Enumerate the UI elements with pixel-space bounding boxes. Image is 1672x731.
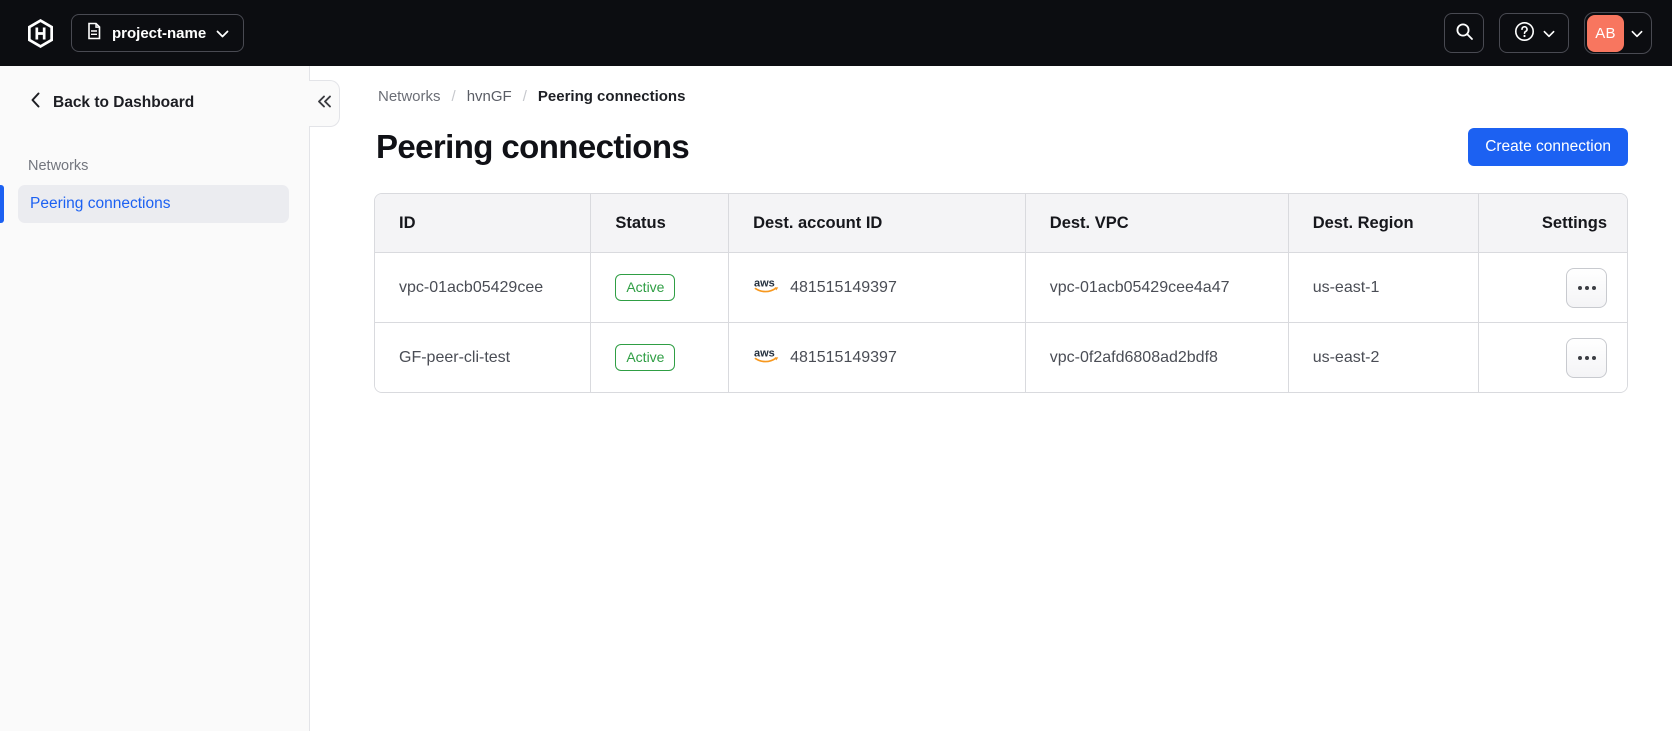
- search-button[interactable]: [1444, 13, 1484, 53]
- chevron-down-icon: [1543, 26, 1555, 41]
- account-id-value: 481515149397: [790, 278, 897, 296]
- back-to-dashboard-label: Back to Dashboard: [53, 93, 195, 111]
- aws-icon: aws: [753, 276, 780, 299]
- ellipsis-icon: [1577, 355, 1582, 360]
- cell-settings: [1477, 252, 1627, 322]
- cell-status: Active: [590, 322, 729, 392]
- breadcrumb-hvn[interactable]: hvnGF: [467, 88, 512, 105]
- avatar: AB: [1587, 14, 1624, 52]
- status-badge: Active: [615, 344, 676, 371]
- table-row: GF-peer-cli-test Active aws 481515149397…: [375, 322, 1627, 392]
- breadcrumb-separator: /: [522, 88, 527, 105]
- cell-settings: [1477, 322, 1627, 392]
- active-indicator: [0, 185, 4, 223]
- cell-dest-vpc: vpc-01acb05429cee4a47: [1024, 252, 1288, 322]
- column-header-dest-region: Dest. Region: [1287, 194, 1478, 252]
- cell-dest-region: us-east-2: [1287, 322, 1478, 392]
- account-id-value: 481515149397: [790, 348, 897, 366]
- table-row: vpc-01acb05429cee Active aws 48151514939…: [375, 252, 1627, 322]
- page-title: Peering connections: [376, 128, 690, 165]
- column-header-id: ID: [375, 194, 591, 252]
- cell-dest-region: us-east-1: [1287, 252, 1478, 322]
- row-settings-menu-button[interactable]: [1566, 337, 1607, 378]
- column-header-dest-account-id: Dest. account ID: [728, 194, 1025, 252]
- ellipsis-icon: [1577, 285, 1582, 290]
- cell-id: GF-peer-cli-test: [375, 322, 591, 392]
- sidebar-collapse-button[interactable]: [309, 80, 340, 127]
- help-icon: [1514, 21, 1535, 45]
- sidebar-item-label: Peering connections: [30, 195, 171, 212]
- chevron-down-icon: [1631, 26, 1643, 41]
- page-header: Peering connections Create connection: [374, 128, 1628, 166]
- chevron-down-icon: [216, 25, 229, 42]
- chevron-left-icon: [31, 92, 40, 113]
- cell-dest-account-id: aws 481515149397: [728, 252, 1025, 322]
- column-header-status: Status: [590, 194, 729, 252]
- double-chevron-left-icon: [317, 95, 332, 113]
- breadcrumb-networks[interactable]: Networks: [378, 88, 441, 105]
- help-menu-button[interactable]: [1499, 13, 1569, 53]
- svg-text:aws: aws: [754, 278, 775, 290]
- cell-dest-vpc: vpc-0f2afd6808ad2bdf8: [1024, 322, 1288, 392]
- project-switcher[interactable]: project-name: [71, 14, 245, 52]
- sidebar-item-peering-connections[interactable]: Peering connections: [18, 185, 289, 223]
- table-header-row: ID Status Dest. account ID Dest. VPC Des…: [375, 194, 1627, 252]
- svg-text:aws: aws: [754, 348, 775, 360]
- sidebar-section-networks: Networks: [28, 158, 89, 174]
- sidebar: Back to Dashboard Networks Peering conne…: [0, 66, 310, 731]
- search-icon: [1455, 22, 1474, 44]
- cell-id: vpc-01acb05429cee: [375, 252, 591, 322]
- create-connection-button[interactable]: Create connection: [1468, 128, 1628, 166]
- main-content: Networks / hvnGF / Peering connections P…: [310, 66, 1672, 731]
- app-shell: Back to Dashboard Networks Peering conne…: [0, 66, 1672, 731]
- row-settings-menu-button[interactable]: [1566, 267, 1607, 308]
- breadcrumb-current: Peering connections: [537, 88, 686, 105]
- breadcrumb: Networks / hvnGF / Peering connections: [374, 88, 1628, 105]
- document-icon: [86, 22, 102, 44]
- top-nav-bar: project-name AB: [0, 0, 1672, 66]
- aws-icon: aws: [753, 346, 780, 369]
- cell-dest-account-id: aws 481515149397: [728, 322, 1025, 392]
- status-badge: Active: [615, 274, 676, 301]
- column-header-dest-vpc: Dest. VPC: [1024, 194, 1288, 252]
- cell-status: Active: [590, 252, 729, 322]
- back-to-dashboard-link[interactable]: Back to Dashboard: [31, 92, 194, 113]
- account-menu-button[interactable]: AB: [1584, 12, 1652, 54]
- breadcrumb-separator: /: [451, 88, 456, 105]
- column-header-settings: Settings: [1477, 194, 1627, 252]
- sidebar-nav-row: Peering connections: [0, 185, 309, 223]
- hashicorp-logo-icon[interactable]: [27, 18, 54, 48]
- project-switcher-label: project-name: [112, 24, 207, 42]
- peering-connections-table: ID Status Dest. account ID Dest. VPC Des…: [374, 193, 1628, 393]
